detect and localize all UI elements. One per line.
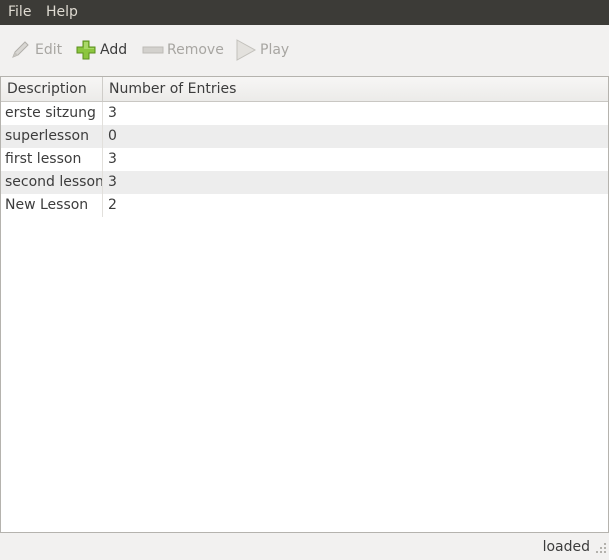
status-bar: loaded — [0, 536, 609, 560]
table-row[interactable]: superlesson 0 — [1, 125, 608, 148]
cell-entries: 3 — [108, 174, 117, 190]
toolbar: Edit Add Remove Play — [0, 25, 609, 73]
column-divider — [102, 102, 103, 217]
menu-help[interactable]: Help — [46, 3, 78, 22]
edit-button[interactable]: Edit — [9, 38, 62, 62]
play-button[interactable]: Play — [235, 38, 289, 62]
table-row[interactable]: second lesson 3 — [1, 171, 608, 194]
cell-entries: 3 — [108, 151, 117, 167]
cell-description: superlesson — [5, 128, 89, 144]
status-text: loaded — [542, 539, 590, 555]
table-row[interactable]: New Lesson 2 — [1, 194, 608, 217]
table-row[interactable]: first lesson 3 — [1, 148, 608, 171]
cell-description: New Lesson — [5, 197, 89, 213]
minus-icon — [142, 39, 164, 61]
lesson-table[interactable]: Description Number of Entries erste sitz… — [0, 76, 609, 533]
edit-label: Edit — [35, 42, 63, 58]
cell-entries: 2 — [108, 197, 117, 213]
menu-file[interactable]: File — [8, 3, 31, 22]
play-label: Play — [260, 42, 290, 58]
menu-bar: File Help — [0, 0, 609, 25]
table-header: Description Number of Entries — [1, 77, 608, 102]
cell-description: second lesson — [5, 174, 104, 190]
resize-grip-icon[interactable] — [595, 542, 607, 558]
cell-description: erste sitzung — [5, 105, 96, 121]
cell-description: first lesson — [5, 151, 82, 167]
cell-entries: 3 — [108, 105, 117, 121]
add-label: Add — [100, 42, 128, 58]
plus-icon — [75, 39, 97, 61]
cell-entries: 0 — [108, 128, 117, 144]
table-row[interactable]: erste sitzung 3 — [1, 102, 608, 125]
play-icon — [235, 39, 257, 61]
add-button[interactable]: Add — [75, 38, 127, 62]
column-separator[interactable] — [102, 77, 103, 101]
remove-button[interactable]: Remove — [142, 38, 224, 62]
column-header-entries[interactable]: Number of Entries — [109, 77, 236, 101]
pencil-icon — [9, 39, 31, 61]
column-header-description[interactable]: Description — [7, 77, 87, 101]
table-body: erste sitzung 3 superlesson 0 first less… — [1, 102, 608, 217]
remove-label: Remove — [167, 42, 224, 58]
